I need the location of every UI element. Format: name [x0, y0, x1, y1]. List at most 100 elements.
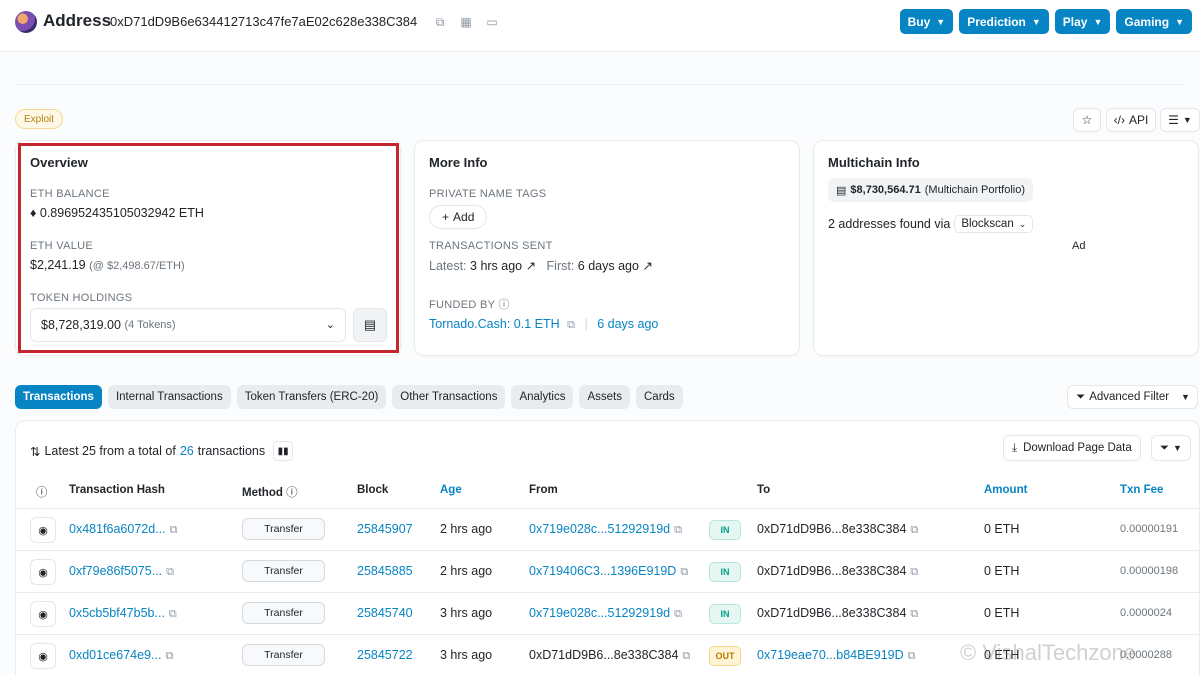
method-badge: Transfer	[242, 518, 325, 540]
copy-icon[interactable]: ⧉	[674, 524, 682, 536]
download-page-data-button[interactable]: ⤓ Download Page Data	[1003, 435, 1141, 461]
from-address-link[interactable]: 0x719e028c...51292919d ⧉	[529, 606, 682, 621]
eye-icon[interactable]: ◉	[30, 559, 56, 585]
header-age[interactable]: Age	[440, 484, 462, 496]
funded-by-age-link[interactable]: 6 days ago	[597, 317, 658, 331]
more-info-title: More Info	[429, 155, 488, 170]
copy-icon[interactable]: ⧉	[910, 524, 918, 536]
funded-by-link[interactable]: Tornado.Cash: 0.1 ETH	[429, 317, 560, 331]
copy-icon[interactable]: ⧉	[908, 650, 916, 662]
block-link[interactable]: 25845740	[357, 606, 413, 620]
eye-icon[interactable]: ◉	[30, 517, 56, 543]
direction-badge: IN	[709, 520, 741, 540]
advanced-filter-button[interactable]: ⏷ Advanced Filter	[1067, 385, 1179, 409]
block-link[interactable]: 25845907	[357, 522, 413, 536]
block-link[interactable]: 25845885	[357, 564, 413, 578]
list-menu-button[interactable]: ☰ ▼	[1160, 108, 1200, 132]
table-row: ◉ 0x5cb5bf47b5b... ⧉ Transfer 25845740 3 …	[16, 593, 1199, 635]
exploit-badge[interactable]: Exploit	[15, 109, 64, 129]
arrow-up-right-icon: ↗	[642, 259, 653, 273]
chevron-down-icon: ▼	[1172, 443, 1182, 453]
to-address: 0xD71dD9B6...8e338C384 ⧉	[757, 522, 919, 536]
multichain-title: Multichain Info	[828, 155, 920, 170]
copy-icon[interactable]: ⧉	[682, 650, 690, 662]
chart-icon[interactable]: ▮▮	[273, 441, 294, 461]
tab-internal-transactions[interactable]: Internal Transactions	[107, 385, 231, 409]
filter-icon: ⏷	[1076, 390, 1086, 403]
blockscan-dropdown[interactable]: Blockscan ⌄	[954, 215, 1034, 233]
copy-icon[interactable]: ⧉	[910, 566, 918, 578]
page-header: Address 0xD71dD9B6e634412713c47fe7aE02c6…	[0, 0, 1200, 52]
eye-icon[interactable]: ◉	[30, 643, 56, 669]
watermark: © VishalTechzone	[960, 640, 1137, 665]
advanced-filter-dropdown[interactable]: ▼	[1174, 385, 1198, 409]
copy-icon[interactable]: ⧉	[567, 319, 575, 331]
eye-icon[interactable]: ◉	[30, 601, 56, 627]
tab-other-transactions[interactable]: Other Transactions	[392, 385, 506, 409]
play-button[interactable]: Play ▼	[1054, 9, 1111, 34]
to-address-link[interactable]: 0x719eae70...b84BE919D ⧉	[757, 648, 916, 663]
tab-transactions[interactable]: Transactions	[15, 385, 102, 409]
add-tag-button[interactable]: + Add	[429, 205, 488, 229]
api-button[interactable]: ‹/› API	[1106, 108, 1156, 132]
fee-cell: 0.00000191	[1120, 523, 1179, 535]
copy-icon[interactable]: ⧉	[674, 608, 682, 620]
buy-button[interactable]: Buy ▼	[899, 9, 954, 34]
header-method: Method ⓘ	[242, 487, 298, 499]
direction-badge: IN	[709, 604, 741, 624]
age-cell: 2 hrs ago	[440, 564, 493, 578]
copy-icon[interactable]: ⧉	[169, 608, 177, 620]
fee-cell: 0.0000024	[1120, 607, 1172, 619]
tx-hash-link[interactable]: 0x481f6a6072d... ⧉	[69, 522, 177, 537]
wallet-icon: ▤	[836, 184, 847, 197]
copy-icon[interactable]: ⧉	[170, 524, 178, 536]
direction-badge: OUT	[709, 646, 741, 666]
table-filter-button[interactable]: ⏷ ▼	[1151, 435, 1191, 461]
tab-token-transfers[interactable]: Token Transfers (ERC-20)	[236, 385, 387, 409]
copy-icon[interactable]: ⧉	[680, 566, 688, 578]
method-badge: Transfer	[242, 560, 325, 582]
multichain-portfolio-button[interactable]: ▤ $8,730,564.71 (Multichain Portfolio)	[828, 178, 1034, 202]
header-amount[interactable]: Amount	[984, 484, 1027, 496]
first-tx-link[interactable]: 6 days ago	[578, 259, 639, 273]
tx-hash-link[interactable]: 0xf79e86f5075... ⧉	[69, 564, 174, 579]
tx-hash-link[interactable]: 0x5cb5bf47b5b... ⧉	[69, 606, 177, 621]
funded-by-value: Tornado.Cash: 0.1 ETH ⧉ | 6 days ago	[429, 317, 658, 332]
chevron-down-icon: ▼	[936, 16, 946, 27]
chevron-down-icon: ▼	[1093, 16, 1103, 27]
method-badge: Transfer	[242, 644, 325, 666]
total-count-link[interactable]: 26	[180, 444, 194, 458]
qr-code-icon[interactable]: ▦	[458, 14, 474, 30]
favorite-star-button[interactable]: ☆	[1073, 108, 1101, 132]
help-icon[interactable]: ⓘ	[36, 484, 48, 500]
addresses-found: 2 addresses found via Blockscan ⌄	[828, 215, 1034, 233]
amount-cell: 0 ETH	[984, 522, 1020, 536]
latest-tx-link[interactable]: 3 hrs ago	[470, 259, 522, 273]
tab-assets[interactable]: Assets	[579, 385, 630, 409]
age-cell: 2 hrs ago	[440, 522, 493, 536]
amount-cell: 0 ETH	[984, 606, 1020, 620]
copy-icon[interactable]: ⧉	[166, 566, 174, 578]
age-cell: 3 hrs ago	[440, 606, 493, 620]
chevron-down-icon: ▼	[1031, 16, 1041, 27]
prediction-button[interactable]: Prediction ▼	[959, 9, 1049, 34]
to-address: 0xD71dD9B6...8e338C384 ⧉	[757, 606, 919, 620]
chevron-down-icon: ▼	[1175, 16, 1184, 27]
header-from: From	[529, 484, 558, 496]
header-txn-fee[interactable]: Txn Fee	[1120, 484, 1163, 496]
code-icon: ‹/›	[1113, 113, 1125, 127]
method-badge: Transfer	[242, 602, 325, 624]
comment-icon[interactable]: ▭	[484, 14, 500, 30]
tx-sent-values: Latest: 3 hrs ago ↗ First: 6 days ago ↗	[429, 259, 653, 273]
age-cell: 3 hrs ago	[440, 648, 493, 662]
from-address-link[interactable]: 0x719e028c...51292919d ⧉	[529, 522, 682, 537]
copy-icon[interactable]: ⧉	[910, 608, 918, 620]
copy-icon[interactable]: ⧉	[432, 14, 448, 30]
block-link[interactable]: 25845722	[357, 648, 413, 662]
tx-hash-link[interactable]: 0xd01ce674e9... ⧉	[69, 648, 173, 663]
gaming-button[interactable]: Gaming ▼	[1116, 9, 1192, 34]
tab-cards[interactable]: Cards	[636, 385, 683, 409]
copy-icon[interactable]: ⧉	[165, 650, 173, 662]
tab-analytics[interactable]: Analytics	[511, 385, 574, 409]
from-address-link[interactable]: 0x719406C3...1396E919D ⧉	[529, 564, 688, 579]
